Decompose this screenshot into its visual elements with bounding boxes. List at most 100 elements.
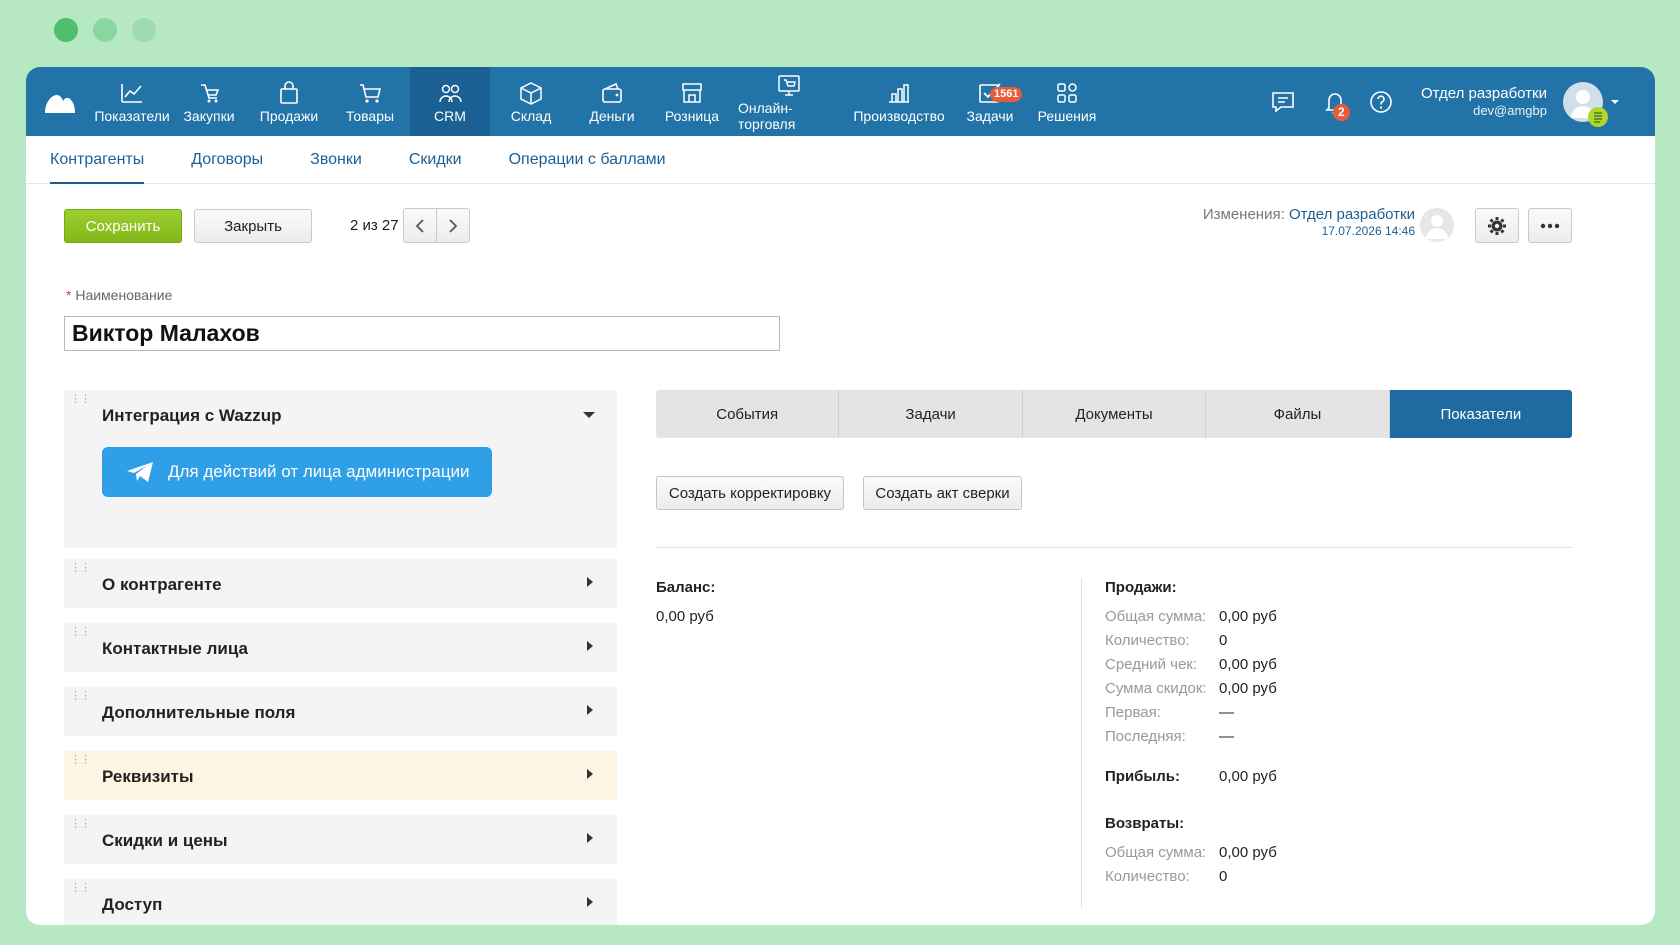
tab-events[interactable]: События bbox=[656, 390, 840, 438]
drag-handle-icon[interactable]: ⋮⋮ bbox=[70, 394, 91, 405]
name-field-label: * Наименование bbox=[66, 287, 172, 303]
gear-icon bbox=[1488, 216, 1506, 235]
notifications-button[interactable]: 2 bbox=[1315, 82, 1355, 122]
section-access[interactable]: ⋮⋮ Доступ bbox=[64, 879, 617, 925]
chevron-right-icon bbox=[587, 833, 593, 843]
changes-user-link[interactable]: Отдел разработки bbox=[1289, 206, 1415, 223]
drag-handle-icon[interactable]: ⋮⋮ bbox=[70, 883, 91, 894]
name-input[interactable] bbox=[64, 316, 780, 351]
save-button[interactable]: Сохранить bbox=[64, 209, 182, 243]
nav-label: Онлайн-торговля bbox=[738, 99, 796, 132]
chart-line-icon bbox=[121, 83, 142, 103]
name-label-text: Наименование bbox=[75, 287, 173, 303]
profit-title: Прибыль: bbox=[1105, 768, 1180, 785]
tab-tasks[interactable]: Задачи bbox=[839, 390, 1023, 438]
nav-item-indicators[interactable]: Показатели bbox=[94, 67, 170, 136]
nav-item-tasks[interactable]: Задачи 1561 bbox=[952, 67, 1028, 136]
chevron-down-icon[interactable] bbox=[583, 412, 595, 418]
user-menu-chevron-icon[interactable] bbox=[1611, 99, 1619, 104]
chevron-right-icon bbox=[449, 218, 458, 233]
changes-label: Изменения: bbox=[1202, 206, 1285, 223]
section-contacts[interactable]: ⋮⋮ Контактные лица bbox=[64, 623, 617, 672]
nav-label: Товары bbox=[345, 107, 395, 124]
drag-handle-icon[interactable]: ⋮⋮ bbox=[70, 691, 91, 702]
nav-label: Продажи bbox=[259, 107, 319, 124]
settings-button[interactable] bbox=[1475, 208, 1519, 243]
section-extra-fields[interactable]: ⋮⋮ Дополнительные поля bbox=[64, 687, 617, 736]
create-reconciliation-button[interactable]: Создать акт сверки bbox=[863, 476, 1022, 510]
box-icon bbox=[520, 81, 542, 105]
subnav-discounts[interactable]: Скидки bbox=[409, 136, 462, 184]
chat-button[interactable] bbox=[1263, 82, 1303, 122]
nav-item-production[interactable]: Производство bbox=[846, 67, 952, 136]
drag-handle-icon[interactable]: ⋮⋮ bbox=[70, 819, 91, 830]
status-list-icon bbox=[1588, 106, 1608, 127]
top-navigation: Показатели Закупки Продажи Товары CRM Ск… bbox=[26, 67, 1655, 136]
tab-documents[interactable]: Документы bbox=[1022, 390, 1207, 438]
section-requisites[interactable]: ⋮⋮ Реквизиты bbox=[64, 751, 617, 800]
nav-label: Задачи bbox=[966, 107, 1014, 124]
app-logo[interactable] bbox=[26, 67, 94, 136]
nav-item-solutions[interactable]: Решения bbox=[1028, 67, 1106, 136]
close-button[interactable]: Закрыть bbox=[194, 209, 312, 243]
nav-label: Решения bbox=[1037, 107, 1097, 124]
help-icon bbox=[1370, 90, 1392, 113]
nav-item-sales[interactable]: Продажи bbox=[248, 67, 330, 136]
prev-record-button[interactable] bbox=[403, 208, 437, 243]
sales-last-value: — bbox=[1219, 728, 1234, 745]
telegram-admin-button[interactable]: Для действий от лица администрации bbox=[102, 447, 492, 497]
chevron-right-icon bbox=[587, 705, 593, 715]
drag-handle-icon[interactable]: ⋮⋮ bbox=[70, 563, 91, 574]
help-button[interactable] bbox=[1361, 82, 1401, 122]
subnav-contracts[interactable]: Договоры bbox=[191, 136, 263, 184]
nav-item-money[interactable]: Деньги bbox=[572, 67, 652, 136]
nav-item-purchases[interactable]: Закупки bbox=[170, 67, 248, 136]
drag-handle-icon[interactable]: ⋮⋮ bbox=[70, 755, 91, 766]
more-options-button[interactable] bbox=[1528, 208, 1572, 243]
nav-item-online-trade[interactable]: Онлайн-торговля bbox=[732, 67, 846, 136]
changes-date: 17.07.2026 14:46 bbox=[1321, 224, 1415, 238]
chevron-right-icon bbox=[587, 769, 593, 779]
online-store-icon bbox=[778, 74, 800, 96]
create-correction-button[interactable]: Создать корректировку bbox=[656, 476, 844, 510]
nav-item-crm[interactable]: CRM bbox=[410, 67, 490, 136]
subnav-calls[interactable]: Звонки bbox=[310, 136, 362, 184]
section-wazzup: ⋮⋮ Интеграция с Wazzup Для действий от л… bbox=[64, 390, 617, 548]
grid-icon bbox=[1057, 82, 1077, 103]
next-record-button[interactable] bbox=[436, 208, 470, 243]
nav-item-retail[interactable]: Розница bbox=[652, 67, 732, 136]
more-dots-icon bbox=[1540, 223, 1560, 228]
factory-icon bbox=[889, 83, 909, 103]
user-name: Отдел разработки bbox=[1420, 84, 1547, 102]
minimize-window-dot[interactable] bbox=[93, 18, 117, 42]
nav-label: Деньги bbox=[589, 107, 635, 124]
sales-last-label: Последняя: bbox=[1105, 728, 1186, 745]
telegram-button-label: Для действий от лица администрации bbox=[168, 462, 470, 481]
section-title: Реквизиты bbox=[102, 767, 194, 786]
nav-right-area: 2 Отдел разработки dev@amgbp bbox=[1263, 67, 1655, 136]
section-title: О контрагенте bbox=[102, 575, 222, 594]
chevron-right-icon bbox=[587, 641, 593, 651]
section-discounts-prices[interactable]: ⋮⋮ Скидки и цены bbox=[64, 815, 617, 864]
people-icon bbox=[439, 84, 462, 102]
subnav-bonus-operations[interactable]: Операции с баллами bbox=[509, 136, 666, 184]
tab-files[interactable]: Файлы bbox=[1206, 390, 1390, 438]
cloud-logo-icon bbox=[45, 94, 75, 113]
nav-item-products[interactable]: Товары bbox=[330, 67, 410, 136]
record-tabs: События Задачи Документы Файлы Показател… bbox=[656, 390, 1573, 438]
sales-avg-value: 0,00 руб bbox=[1219, 656, 1277, 673]
changes-info: Изменения: Отдел разработки 17.07.2026 1… bbox=[1203, 207, 1415, 239]
avatar[interactable] bbox=[1563, 81, 1608, 127]
user-info[interactable]: Отдел разработки dev@amgbp bbox=[1421, 85, 1547, 119]
nav-item-warehouse[interactable]: Склад bbox=[490, 67, 572, 136]
drag-handle-icon[interactable]: ⋮⋮ bbox=[70, 627, 91, 638]
section-title[interactable]: Интеграция с Wazzup bbox=[102, 406, 282, 426]
maximize-window-dot[interactable] bbox=[132, 18, 156, 42]
section-about[interactable]: ⋮⋮ О контрагенте bbox=[64, 559, 617, 608]
close-window-dot[interactable] bbox=[54, 18, 78, 42]
tab-indicators[interactable]: Показатели bbox=[1389, 390, 1573, 438]
store-icon bbox=[682, 82, 702, 103]
required-mark: * bbox=[66, 287, 72, 303]
column-divider bbox=[1081, 578, 1082, 908]
subnav-counterparties[interactable]: Контрагенты bbox=[50, 136, 145, 184]
